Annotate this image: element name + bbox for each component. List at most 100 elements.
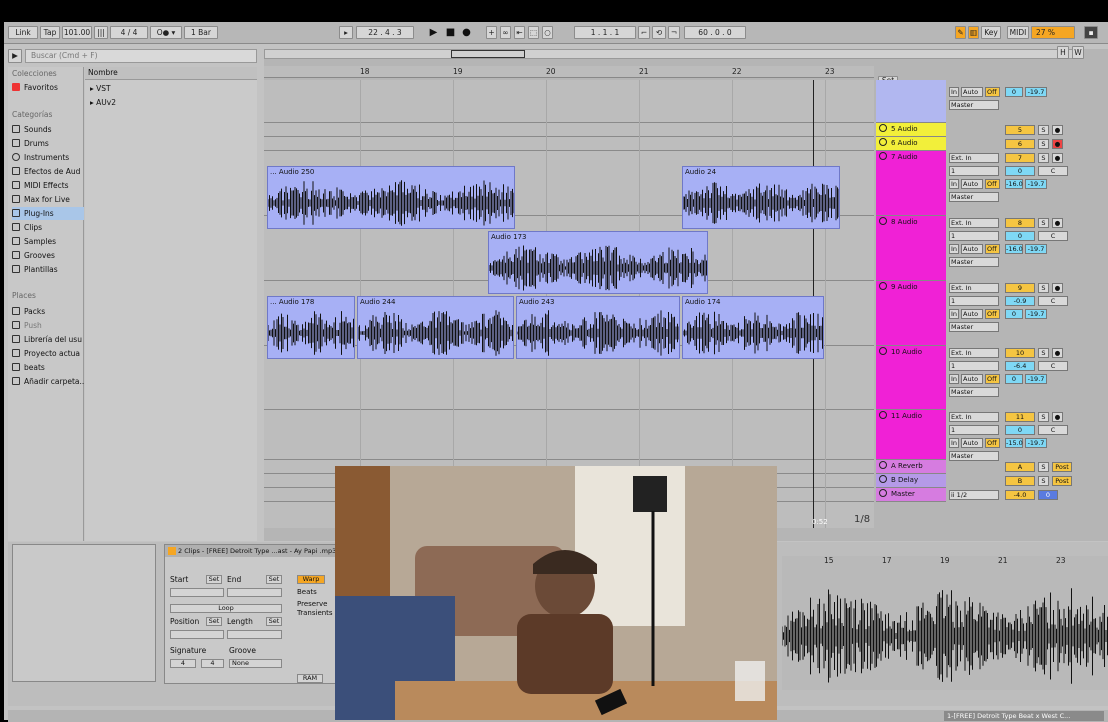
track-header-10[interactable]: 10 Audio xyxy=(876,346,946,410)
solo-button[interactable]: S xyxy=(1038,139,1049,149)
track-lane[interactable] xyxy=(264,410,874,460)
pan-field[interactable]: C xyxy=(1038,425,1068,435)
output-select[interactable]: Master xyxy=(949,100,999,110)
send-a-field[interactable]: 0 xyxy=(1005,374,1023,384)
start-field[interactable] xyxy=(170,588,224,597)
track-header-master[interactable]: Master xyxy=(876,488,946,502)
sidebar-item-max-for-live[interactable]: Max for Live xyxy=(12,193,84,206)
length-set-button[interactable]: Set xyxy=(266,617,282,626)
sidebar-item-grooves[interactable]: Grooves xyxy=(12,249,84,262)
send-b-field[interactable]: -19.7 xyxy=(1025,179,1047,189)
sidebar-item-user-library[interactable]: Librería del usu xyxy=(12,333,84,346)
volume-field[interactable]: -0.9 xyxy=(1005,296,1035,306)
output-select[interactable]: Master xyxy=(949,387,999,397)
arm-icon[interactable]: ● xyxy=(1052,412,1063,422)
in-button[interactable]: In xyxy=(949,309,959,319)
audio-clip[interactable]: ... Audio 250 xyxy=(267,166,515,229)
auto-button[interactable]: Auto xyxy=(961,374,983,384)
signature-field[interactable]: 4 / 4 xyxy=(110,26,148,39)
record-icon[interactable]: ● xyxy=(460,26,473,39)
audio-clip[interactable]: Audio 173 xyxy=(488,231,708,294)
device-drop-area[interactable] xyxy=(12,544,156,682)
length-field[interactable] xyxy=(227,630,282,639)
punch-in-icon[interactable]: ⌐ xyxy=(638,26,650,39)
ram-button[interactable]: RAM xyxy=(297,674,323,683)
in-button[interactable]: In xyxy=(949,374,959,384)
loop-start-field[interactable]: 1 . 1 . 1 xyxy=(574,26,636,39)
transients-select[interactable]: Transients xyxy=(297,609,333,617)
position-set-button[interactable]: Set xyxy=(206,617,222,626)
sidebar-item-samples[interactable]: Samples xyxy=(12,235,84,248)
off-button[interactable]: Off xyxy=(985,374,1000,384)
track-lane[interactable] xyxy=(264,123,874,137)
track-number[interactable]: 10 xyxy=(1005,348,1035,358)
send-b-field[interactable]: -19.7 xyxy=(1025,438,1047,448)
track-number[interactable]: 11 xyxy=(1005,412,1035,422)
auto-button[interactable]: Auto xyxy=(961,87,983,97)
automation-arm-icon[interactable]: ∞ xyxy=(500,26,511,39)
song-position-field[interactable]: 22 . 4 . 3 xyxy=(356,26,414,39)
off-button[interactable]: Off xyxy=(985,87,1000,97)
play-icon[interactable]: ▶ xyxy=(427,26,440,39)
arm-icon[interactable]: ● xyxy=(1052,139,1063,149)
auto-button[interactable]: Auto xyxy=(961,244,983,254)
sidebar-item-plantillas[interactable]: Plantillas xyxy=(12,263,84,276)
audio-clip[interactable]: ... Audio 178 xyxy=(267,296,355,359)
keyboard-icon[interactable]: ▥ xyxy=(968,26,979,39)
output-select[interactable]: Master xyxy=(949,192,999,202)
audio-clip[interactable]: Audio 174 xyxy=(682,296,824,359)
track-header-top[interactable] xyxy=(876,80,946,123)
input-type-select[interactable]: Ext. In xyxy=(949,348,999,358)
audio-clip[interactable]: Audio 244 xyxy=(357,296,514,359)
track-header-7[interactable]: 7 Audio xyxy=(876,151,946,216)
track-lane[interactable] xyxy=(264,137,874,151)
input-channel-select[interactable]: 1 xyxy=(949,231,999,241)
input-type-select[interactable]: Ext. In xyxy=(949,153,999,163)
session-record-icon[interactable]: ○ xyxy=(542,26,553,39)
track-header-a-reverb[interactable]: A Reverb xyxy=(876,460,946,474)
input-channel-select[interactable]: 1 xyxy=(949,166,999,176)
key-map-button[interactable]: Key xyxy=(981,26,1001,39)
track-header-9[interactable]: 9 Audio xyxy=(876,281,946,346)
browser-toggle-icon[interactable]: ▶ xyxy=(8,49,22,63)
track-header-5[interactable]: 5 Audio xyxy=(876,123,946,137)
volume-field[interactable]: 0 xyxy=(1005,231,1035,241)
midi-map-button[interactable]: MIDI xyxy=(1007,26,1029,39)
output-select[interactable]: Master xyxy=(949,257,999,267)
sidebar-item-add-folder[interactable]: Añadir carpeta... xyxy=(12,375,84,388)
sidebar-item-clips[interactable]: Clips xyxy=(12,221,84,234)
metronome-icon[interactable]: ||| xyxy=(94,26,108,39)
sidebar-item-drums[interactable]: Drums xyxy=(12,137,84,150)
warp-mode[interactable]: Beats xyxy=(297,588,317,596)
arm-icon[interactable]: ● xyxy=(1052,218,1063,228)
track-lane[interactable] xyxy=(264,80,874,123)
in-button[interactable]: In xyxy=(949,179,959,189)
input-type-select[interactable]: Ext. In xyxy=(949,283,999,293)
input-type-select[interactable]: Ext. In xyxy=(949,218,999,228)
metronome-toggle[interactable]: O● ▾ xyxy=(150,26,182,39)
track-activator-icon[interactable] xyxy=(879,152,887,160)
auto-button[interactable]: Auto xyxy=(961,179,983,189)
track-activator-icon[interactable] xyxy=(879,461,887,469)
track-number[interactable]: 9 xyxy=(1005,283,1035,293)
off-button[interactable]: Off xyxy=(985,179,1000,189)
sidebar-item-packs[interactable]: Packs xyxy=(12,305,84,318)
end-set-button[interactable]: Set xyxy=(266,575,282,584)
sidebar-item-midi-effects[interactable]: MIDI Effects xyxy=(12,179,84,192)
post-button[interactable]: Post xyxy=(1052,462,1072,472)
sidebar-item-plug-ins[interactable]: Plug-Ins xyxy=(12,207,84,220)
clip-title-bar[interactable]: 2 Clips - [FREE] Detroit Type ...ast - A… xyxy=(165,545,341,557)
track-activator-icon[interactable] xyxy=(879,282,887,290)
name-column-header[interactable]: Nombre xyxy=(85,67,257,80)
in-button[interactable]: In xyxy=(949,438,959,448)
stop-icon[interactable]: ■ xyxy=(444,26,457,39)
start-set-button[interactable]: Set xyxy=(206,575,222,584)
audio-clip[interactable]: Audio 24 xyxy=(682,166,840,229)
send-b-field[interactable]: -19.7 xyxy=(1025,309,1047,319)
position-field[interactable] xyxy=(170,630,224,639)
tempo-field[interactable]: 101.00 xyxy=(62,26,92,39)
auto-button[interactable]: Auto xyxy=(961,438,983,448)
arm-icon[interactable]: ● xyxy=(1052,283,1063,293)
track-lanes[interactable]: ... Audio 250 Audio 24 Audio 173 ... Aud… xyxy=(264,80,874,528)
off-button[interactable]: Off xyxy=(985,438,1000,448)
